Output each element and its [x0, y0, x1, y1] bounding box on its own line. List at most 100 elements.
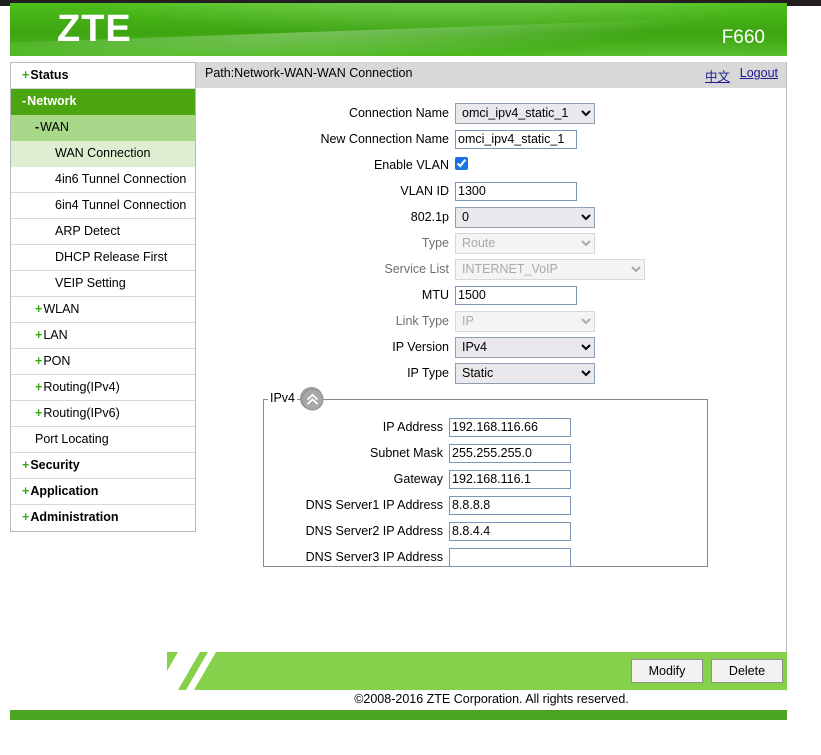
sidebar-item-wan-connection[interactable]: WAN Connection	[11, 141, 195, 167]
connection-name-label: Connection Name	[196, 106, 455, 120]
device-model-label: F660	[722, 27, 765, 49]
content-panel: Path:Network-WAN-WAN Connection 中文 Logou…	[196, 62, 787, 691]
sidebar-item-4in6-tunnel-connection[interactable]: 4in6 Tunnel Connection	[11, 167, 195, 193]
expand-icon: +	[22, 458, 29, 472]
ipv4-form-row: IP Address	[264, 414, 707, 440]
wan-connection-form: Connection Name omci_ipv4_static_1 New C…	[196, 88, 786, 567]
collapse-icon: -	[22, 94, 26, 108]
vlan-id-label: VLAN ID	[196, 184, 455, 198]
sidebar-item-veip-setting[interactable]: VEIP Setting	[11, 271, 195, 297]
sidebar-item-dhcp-release-first[interactable]: DHCP Release First	[11, 245, 195, 271]
sidebar-item-security[interactable]: +Security	[11, 453, 195, 479]
ipv4-form-row: DNS Server1 IP Address	[264, 492, 707, 518]
new-connection-name-input[interactable]	[455, 130, 577, 149]
mtu-input[interactable]	[455, 286, 577, 305]
subnet-mask-input[interactable]	[449, 444, 571, 463]
sidebar-item-label: PON	[43, 354, 70, 368]
sidebar-item-administration[interactable]: +Administration	[11, 505, 195, 531]
sidebar-item-lan[interactable]: +LAN	[11, 323, 195, 349]
form-row-ip-version: IP Version IPv4IPv6IPv4/IPv6	[196, 334, 786, 360]
dns-server2-ip-address-label: DNS Server2 IP Address	[264, 524, 449, 538]
sidebar-item-label: Application	[30, 484, 98, 498]
expand-icon: +	[35, 354, 42, 368]
link-type-label: Link Type	[196, 314, 455, 328]
form-row-connection-name: Connection Name omci_ipv4_static_1	[196, 100, 786, 126]
expand-icon: +	[35, 328, 42, 342]
sidebar-item-arp-detect[interactable]: ARP Detect	[11, 219, 195, 245]
service-list-select: INTERNET_VoIP	[455, 259, 645, 280]
gateway-input[interactable]	[449, 470, 571, 489]
breadcrumb: Path:Network-WAN-WAN Connection	[205, 66, 412, 80]
dns-server1-ip-address-input[interactable]	[449, 496, 571, 515]
form-row-link-type: Link Type IPPPP	[196, 308, 786, 334]
ip-address-label: IP Address	[264, 420, 449, 434]
zte-logo: ZTE	[57, 7, 132, 51]
ip-version-select[interactable]: IPv4IPv6IPv4/IPv6	[455, 337, 595, 358]
delete-button[interactable]: Delete	[711, 659, 783, 683]
sidebar-item-label: Port Locating	[35, 432, 109, 446]
dns-server3-ip-address-input[interactable]	[449, 548, 571, 567]
ipv4-fields: IP Address Subnet Mask Gateway DNS Server1 …	[264, 400, 707, 570]
collapse-icon: -	[35, 120, 39, 134]
sidebar-item-network[interactable]: -Network	[11, 89, 195, 115]
enable-vlan-label: Enable VLAN	[196, 158, 455, 172]
enable-vlan-checkbox[interactable]	[455, 157, 468, 170]
form-row-type: Type RouteBridge	[196, 230, 786, 256]
ipv4-form-row: DNS Server3 IP Address	[264, 544, 707, 570]
expand-icon: +	[22, 484, 29, 498]
copyright-text: ©2008-2016 ZTE Corporation. All rights r…	[196, 692, 787, 706]
dns-server1-ip-address-label: DNS Server1 IP Address	[264, 498, 449, 512]
ip-version-label: IP Version	[196, 340, 455, 354]
router-admin-page: ZTE F660 +Status-Network-WANWAN Connecti…	[0, 0, 821, 755]
service-list-label: Service List	[196, 262, 455, 276]
sidebar-item-label: Status	[30, 68, 68, 82]
sidebar-item-label: Routing(IPv4)	[43, 380, 119, 394]
sidebar-item-label: LAN	[43, 328, 67, 342]
sidebar-item-wlan[interactable]: +WLAN	[11, 297, 195, 323]
sidebar-item-label: WLAN	[43, 302, 79, 316]
dot1p-select[interactable]: 01234567	[455, 207, 595, 228]
sidebar-item-6in4-tunnel-connection[interactable]: 6in4 Tunnel Connection	[11, 193, 195, 219]
ipv4-form-row: DNS Server2 IP Address	[264, 518, 707, 544]
connection-name-select[interactable]: omci_ipv4_static_1	[455, 103, 595, 124]
sidebar-item-label: WAN Connection	[55, 146, 150, 160]
type-select: RouteBridge	[455, 233, 595, 254]
logout-link[interactable]: Logout	[740, 66, 778, 80]
form-row-enable-vlan: Enable VLAN	[196, 152, 786, 178]
sidebar-item-label: Network	[27, 94, 76, 108]
mtu-label: MTU	[196, 288, 455, 302]
expand-icon: +	[22, 68, 29, 82]
path-bar: Path:Network-WAN-WAN Connection 中文 Logou…	[196, 62, 786, 88]
sidebar-item-label: ARP Detect	[55, 224, 120, 238]
sidebar-item-wan[interactable]: -WAN	[11, 115, 195, 141]
gateway-label: Gateway	[264, 472, 449, 486]
action-bar: Modify Delete	[167, 652, 787, 690]
dns-server2-ip-address-input[interactable]	[449, 522, 571, 541]
ipv4-fieldset: IPv4 IP AddressSubnet MaskGatewayDNS Ser…	[263, 399, 708, 567]
sidebar-item-pon[interactable]: +PON	[11, 349, 195, 375]
sidebar-item-label: VEIP Setting	[55, 276, 126, 290]
bottom-green-bar	[10, 710, 787, 720]
form-row-mtu: MTU	[196, 282, 786, 308]
form-row-ip-type: IP Type StaticDHCPPPPoE	[196, 360, 786, 386]
sidebar-item-application[interactable]: +Application	[11, 479, 195, 505]
ip-address-input[interactable]	[449, 418, 571, 437]
sidebar-item-label: Administration	[30, 510, 118, 524]
sidebar-item-routing-ipv6[interactable]: +Routing(IPv6)	[11, 401, 195, 427]
language-switch-link[interactable]: 中文	[705, 66, 730, 85]
expand-icon: +	[35, 380, 42, 394]
sidebar-item-label: 6in4 Tunnel Connection	[55, 198, 186, 212]
sidebar-item-label: DHCP Release First	[55, 250, 167, 264]
subnet-mask-label: Subnet Mask	[264, 446, 449, 460]
brand-banner: ZTE F660	[10, 3, 787, 56]
sidebar-item-routing-ipv4[interactable]: +Routing(IPv4)	[11, 375, 195, 401]
ipv4-fieldset-legend: IPv4	[268, 391, 297, 405]
ip-type-label: IP Type	[196, 366, 455, 380]
type-label: Type	[196, 236, 455, 250]
ip-type-select[interactable]: StaticDHCPPPPoE	[455, 363, 595, 384]
sidebar-item-status[interactable]: +Status	[11, 63, 195, 89]
vlan-id-input[interactable]	[455, 182, 577, 201]
modify-button[interactable]: Modify	[631, 659, 703, 683]
chevron-double-up-icon[interactable]	[300, 387, 323, 410]
sidebar-item-port-locating[interactable]: Port Locating	[11, 427, 195, 453]
